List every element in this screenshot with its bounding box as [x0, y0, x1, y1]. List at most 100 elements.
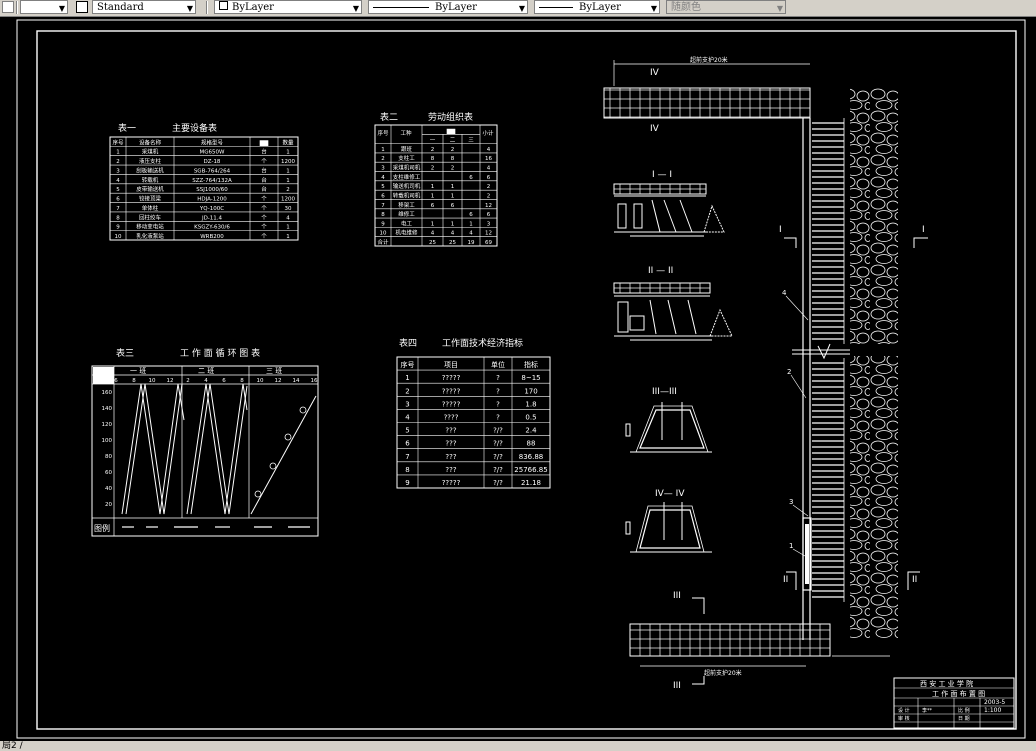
table2-cell: 2 [431, 166, 435, 172]
chevron-down-icon: ▼ [518, 4, 525, 13]
face-plan-view: 超前支护20米 IV IV 超前支护20米 I I II II III III … [603, 56, 928, 691]
text-style-value: Standard [97, 2, 144, 13]
legend-label: 图例 [94, 523, 110, 533]
table2-subheader-cell: 三 [468, 137, 474, 144]
table1-cell: 1 [286, 178, 290, 184]
table4-cell: 3 [405, 400, 409, 408]
leader-label-1: 1 [789, 542, 793, 550]
linetype-value: ByLayer [435, 2, 477, 13]
lineweight-dropdown[interactable]: ByLayer ▼ [534, 0, 660, 14]
table4-cell: 5 [405, 427, 409, 435]
labor-table: 表二 劳动组织表 序号 工种 ▇▇ 小计一二三1 跟班 2 2 42 支柱工 8 8 163 采煤机司机… [374, 111, 498, 247]
table1-cell: 1200 [281, 159, 295, 165]
table1-cell: 4 [286, 215, 290, 221]
table2-cell: 1 [451, 184, 455, 190]
style-dropdown[interactable]: ▼ [20, 0, 68, 14]
table4-cell: 7 [405, 453, 409, 461]
table2-header-cell: ▇▇ [446, 128, 456, 135]
table1-cell: 单体柱 [142, 204, 159, 212]
table2-cell: 电工 [401, 219, 413, 227]
table2-subheader-cell: 二 [450, 138, 456, 144]
layer-value: ByLayer [232, 2, 274, 13]
table1-title: 表一 [118, 122, 136, 134]
table4-title: 表四 [399, 337, 417, 349]
table1-cell: SGB-764/264 [194, 168, 231, 174]
table1-cell: 铰接顶梁 [139, 195, 162, 203]
table4-header-cell: 单位 [491, 360, 505, 369]
toolbar-separator [206, 1, 208, 14]
table2-cell: 移架工 [398, 201, 415, 209]
table1-cell: JD-11.4 [201, 215, 223, 221]
table1-cell: 2 [116, 159, 120, 165]
table1-cell: 9 [116, 225, 120, 231]
table4-cell: ?/? [493, 466, 503, 474]
leader-label-4: 4 [782, 289, 787, 297]
table1-cell: 8 [116, 215, 120, 221]
table4-cell: 0.5 [525, 414, 536, 422]
lineweight-preview [539, 7, 573, 8]
top-dimension-text: 超前支护20米 [690, 56, 728, 64]
view3-label: III—III [652, 387, 677, 397]
y-tick-label: 20 [105, 502, 112, 508]
table4-cell: ?/? [493, 479, 503, 487]
table2-header-cell: 工种 [400, 129, 412, 137]
table2-cell: 2 [381, 156, 385, 162]
plot-style-dropdown: 随颜色 ▼ [666, 0, 786, 14]
table2-cell: 6 [469, 175, 473, 181]
table1-cell: 1 [116, 150, 120, 156]
table2-cell: 6 [381, 193, 385, 199]
dimension-style-icon[interactable] [76, 1, 88, 13]
table4-cell: ???? [444, 414, 459, 422]
section-view-1: I — I [613, 170, 725, 237]
table1-cell: 刮板输送机 [136, 166, 164, 174]
table1-header-cell: 设备名称 [139, 138, 162, 146]
table2-cell: 4 [451, 231, 455, 237]
title-block: 西 安 工 业 学 院 工 作 面 布 置 图 设 计 李** 比 例 1:10… [893, 677, 1015, 729]
table2-cell: 69 [485, 240, 492, 246]
properties-toolbar: ▼ Standard ▼ ByLayer ▼ ByLayer ▼ ByLayer ▼ 随… [0, 0, 1036, 17]
table4-cell: ?/? [493, 427, 503, 435]
table2-cell: 5 [381, 184, 385, 190]
table2-cell: 合计 [377, 238, 389, 246]
table2-cell: 1 [451, 221, 455, 227]
plot-style-value: 随颜色 [671, 2, 701, 13]
layer-dropdown[interactable]: ByLayer ▼ [214, 0, 362, 14]
linetype-dropdown[interactable]: ByLayer ▼ [368, 0, 528, 14]
section-mark-iii-top: III [673, 591, 681, 601]
table4-cell: ? [496, 374, 500, 382]
table1-cell: 7 [116, 206, 120, 212]
table1-cell: 3 [116, 168, 120, 174]
hour-tick-label: 8 [132, 378, 136, 384]
drawing-canvas[interactable]: 表一 主要设备表 序号 设备名称 规格型号 ▇▇ 数量1 采煤机 MG650W 台 12 液压支柱… [0, 16, 1036, 741]
view4-label: IV— IV [655, 489, 685, 499]
table2-cell: 1 [431, 221, 435, 227]
text-style-icon[interactable] [2, 1, 14, 13]
table2-cell: 输送机司机 [393, 182, 421, 190]
table4-cell: 25766.85 [514, 466, 547, 474]
hour-tick-label: 12 [167, 378, 174, 384]
table4-header-cell: 序号 [401, 360, 415, 369]
section-mark-iii-bottom: III [673, 681, 681, 691]
table2-cell: 机电维修 [395, 229, 418, 237]
table2-cell: 1 [431, 184, 435, 190]
y-tick-label: 140 [102, 406, 113, 412]
table2-cell: 4 [469, 231, 473, 237]
hour-tick-label: 6 [222, 378, 226, 384]
table3-title: 表三 [116, 347, 134, 359]
table2-cell: 19 [468, 240, 475, 246]
titleblock-scale-label: 比 例 [958, 707, 970, 714]
table2-cell: 支柱工 [398, 154, 415, 162]
leader-label-3: 3 [789, 498, 793, 506]
table1-cell: 4 [116, 178, 120, 184]
hour-tick-label: 2 [186, 378, 190, 384]
table2-cell: 转载机司机 [393, 191, 421, 199]
hour-tick-label: 16 [311, 378, 318, 384]
table1-cell: 台 [261, 166, 267, 174]
table4-cell: ? [496, 387, 500, 395]
table2-cell: 12 [485, 203, 492, 209]
command-line[interactable]: 局2 / [0, 741, 1036, 751]
table4-cell: ????? [442, 374, 461, 382]
text-style-dropdown[interactable]: Standard ▼ [92, 0, 196, 14]
table1-header-cell: ▇▇ [259, 139, 269, 146]
table1-cell: 1 [286, 150, 290, 156]
